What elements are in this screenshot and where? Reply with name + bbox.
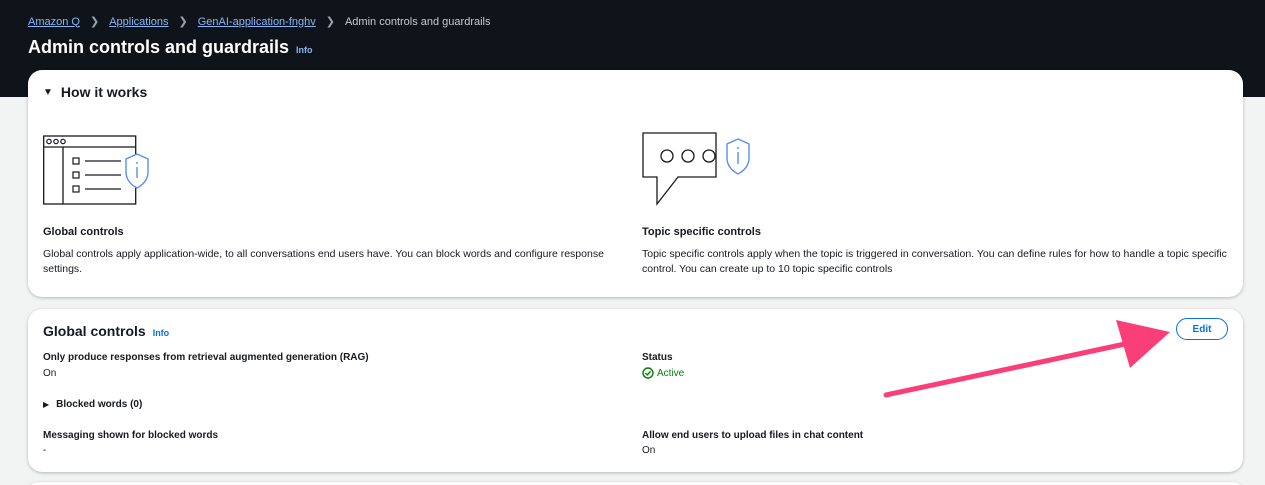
breadcrumb-amazon-q[interactable]: Amazon Q xyxy=(28,16,80,28)
breadcrumb-current: Admin controls and guardrails xyxy=(344,15,491,28)
blocked-words-label: Blocked words (0) xyxy=(56,399,143,410)
caret-right-icon: ▶ xyxy=(43,400,50,409)
breadcrumb-application[interactable]: GenAI-application-fnghv xyxy=(198,16,316,28)
page-title-row: Admin controls and guardrails Info xyxy=(28,37,313,58)
how-it-works-panel: ▼ How it works Global controls Global co… xyxy=(28,70,1243,297)
status-badge: Active xyxy=(642,367,684,379)
chevron-right-icon: ❯ xyxy=(89,16,100,28)
chat-bubble-icon xyxy=(642,132,750,206)
upload-label: Allow end users to upload files in chat … xyxy=(642,430,864,441)
how-it-works-toggle[interactable]: ▼ How it works xyxy=(43,84,147,100)
breadcrumb-applications[interactable]: Applications xyxy=(109,16,168,28)
global-controls-title: Global controls xyxy=(43,323,146,339)
blocked-words-toggle[interactable]: ▶ Blocked words (0) xyxy=(43,399,142,410)
upload-value: On xyxy=(642,445,656,456)
status-value: Active xyxy=(657,367,685,379)
chevron-right-icon: ❯ xyxy=(178,16,188,28)
chevron-right-icon: ❯ xyxy=(325,16,335,28)
breadcrumb: Amazon Q ❯ Applications ❯ GenAI-applicat… xyxy=(28,15,491,29)
window-list-icon xyxy=(43,135,149,205)
rag-label: Only produce responses from retrieval au… xyxy=(43,352,369,363)
topic-controls-heading: Topic specific controls xyxy=(642,226,761,238)
messaging-label: Messaging shown for blocked words xyxy=(43,430,219,441)
page-title: Admin controls and guardrails xyxy=(28,37,290,57)
how-it-works-title: How it works xyxy=(60,84,148,100)
annotation-arrow-icon xyxy=(883,320,1170,398)
topic-controls-description: Topic specific controls apply when the t… xyxy=(642,248,1227,275)
rag-value: On xyxy=(43,368,57,379)
status-label: Status xyxy=(642,352,673,363)
page-info-link[interactable]: Info xyxy=(296,45,313,55)
global-controls-description: Global controls apply application-wide, … xyxy=(43,248,604,275)
caret-down-icon: ▼ xyxy=(43,86,53,98)
check-circle-icon xyxy=(642,367,654,379)
global-controls-title-row: Global controls Info xyxy=(43,323,169,339)
messaging-value: - xyxy=(43,445,47,456)
global-controls-heading: Global controls xyxy=(43,226,124,238)
global-controls-info-link[interactable]: Info xyxy=(153,328,170,338)
edit-button[interactable]: Edit xyxy=(1176,318,1228,340)
